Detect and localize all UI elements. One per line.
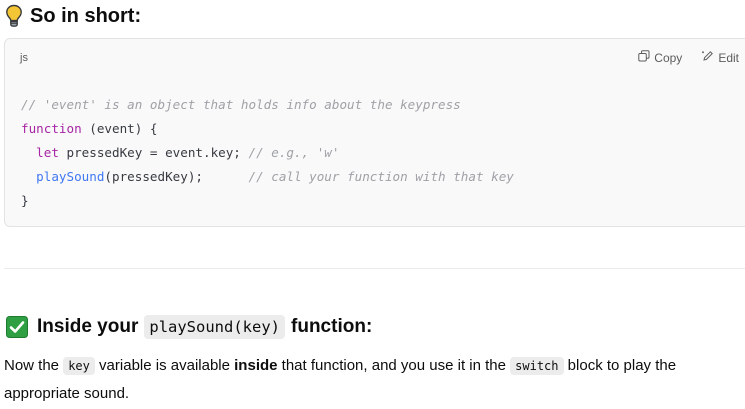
edit-pencil-icon (702, 50, 714, 65)
inline-code-function: playSound(key) (144, 315, 286, 339)
code-text: } (21, 193, 29, 208)
paragraph-text: Now the (4, 357, 64, 374)
section-title: So in short: (30, 4, 142, 27)
copy-icon (638, 50, 650, 65)
explanation-paragraph: Now the key variable is available inside… (4, 352, 739, 408)
code-language-label: js (20, 52, 28, 64)
copy-button[interactable]: Copy (638, 50, 682, 65)
code-content: // 'event' is an object that holds info … (21, 93, 514, 213)
code-comment: // e.g., 'w' (248, 145, 340, 160)
inline-code-switch: switch (510, 357, 564, 375)
section-heading-inside: Inside your playSound(key) function: (6, 312, 372, 342)
code-keyword: let (36, 145, 59, 160)
paragraph-text: variable is available (94, 357, 235, 374)
check-mark-icon (6, 316, 28, 338)
code-text: pressedKey = event.key; (58, 145, 249, 160)
code-comment: // 'event' is an object that holds info … (21, 97, 461, 112)
section-divider (4, 268, 745, 269)
inline-code-key: key (63, 357, 95, 375)
paragraph-text: that function, and you use it in the (277, 357, 511, 374)
edit-label: Edit (718, 50, 739, 65)
heading-text-suffix: function: (291, 316, 373, 337)
code-text: (event) { (81, 121, 158, 136)
bold-text: inside (234, 357, 278, 374)
code-text: (pressedKey); (104, 169, 249, 184)
code-comment: // call your function with that key (248, 169, 514, 184)
code-keyword: function (21, 121, 82, 136)
code-function-name: playSound (36, 169, 105, 184)
code-actions: Copy Edit (638, 50, 739, 65)
heading-text-prefix: Inside your (37, 316, 139, 337)
copy-label: Copy (654, 50, 683, 65)
lightbulb-icon (4, 4, 24, 28)
edit-button[interactable]: Edit (702, 50, 739, 65)
code-block: js Copy Edit // 'event' is an object tha… (4, 38, 745, 227)
section-heading-short: So in short: (4, 2, 141, 30)
